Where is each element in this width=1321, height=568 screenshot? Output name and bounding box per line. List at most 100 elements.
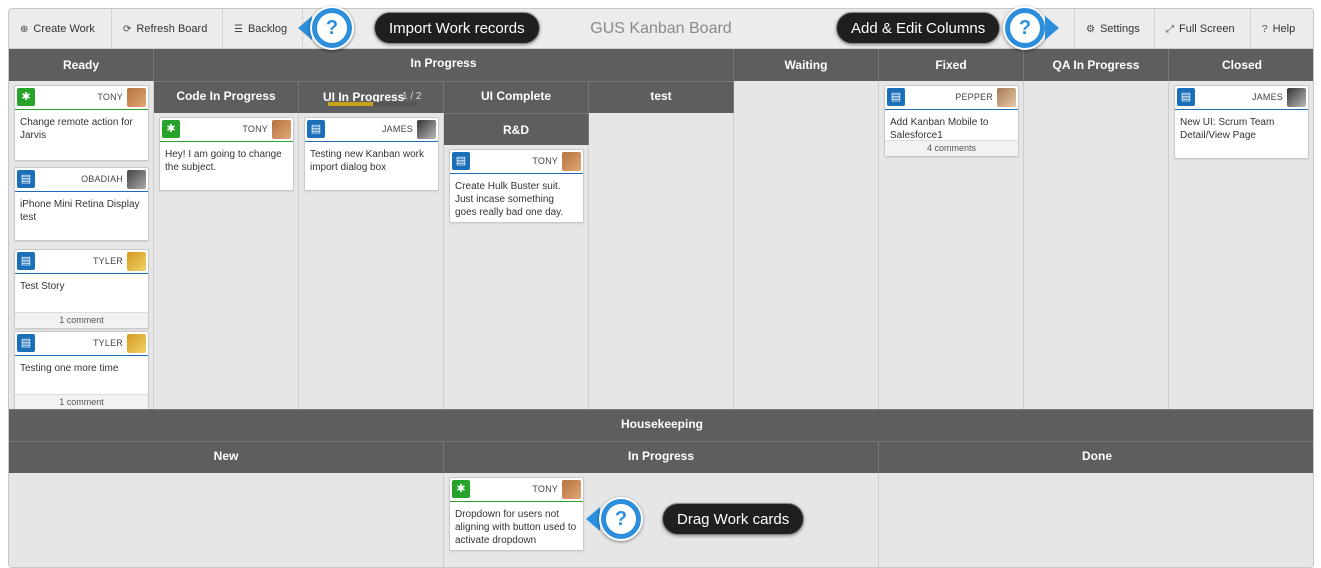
avatar[interactable]: [127, 88, 146, 107]
settings-button[interactable]: ⚙ Settings: [1074, 9, 1154, 49]
import-work-callout: Import Work records: [374, 12, 540, 44]
work-card[interactable]: ▤ OBADIAH iPhone Mini Retina Display tes…: [14, 167, 149, 241]
column-header-qa-in-progress[interactable]: QA In Progress: [1024, 49, 1169, 81]
column-header-fixed[interactable]: Fixed: [879, 49, 1024, 81]
card-title: iPhone Mini Retina Display test: [20, 199, 140, 223]
help-icon[interactable]: ?: [310, 6, 354, 50]
comment-count[interactable]: 1 comment: [15, 312, 148, 328]
create-work-button[interactable]: ⊕ Create Work: [9, 9, 112, 49]
card-title: New UI: Scrum Team Detail/View Page: [1180, 117, 1275, 141]
create-work-label: Create Work: [33, 23, 95, 35]
help-icon[interactable]: ?: [1003, 6, 1047, 50]
work-card[interactable]: ✱ TONY Hey! I am going to change the sub…: [159, 117, 294, 191]
full-screen-label: Full Screen: [1179, 23, 1235, 35]
card-owner: TYLER: [92, 338, 123, 348]
avatar[interactable]: [1287, 88, 1306, 107]
avatar[interactable]: [127, 170, 146, 189]
backlog-label: Backlog: [247, 23, 288, 35]
card-owner: TONY: [242, 124, 268, 134]
book-icon: ▤: [452, 152, 470, 170]
work-card[interactable]: ▤ JAMES New UI: Scrum Team Detail/View P…: [1174, 85, 1309, 159]
work-card[interactable]: ▤ TONY Create Hulk Buster suit. Just inc…: [449, 149, 584, 223]
column-header-rnd[interactable]: R&D: [444, 113, 589, 145]
settings-label: Settings: [1099, 23, 1140, 35]
column-header-new[interactable]: New: [9, 441, 444, 473]
book-icon: ▤: [1177, 88, 1195, 106]
bug-icon: ✱: [17, 88, 35, 106]
column-header-ui-in-progress[interactable]: UI In Progress 1 / 2: [299, 81, 444, 113]
avatar[interactable]: [127, 334, 146, 353]
work-card[interactable]: ✱ TONY Change remote action for Jarvis: [14, 85, 149, 161]
book-icon: ▤: [307, 120, 325, 138]
book-icon: ▤: [17, 252, 35, 270]
column-header-hk-in-progress[interactable]: In Progress: [444, 441, 879, 473]
kanban-board-window: ⊕ Create Work ⟳ Refresh Board ☰ Backlog …: [8, 8, 1314, 568]
card-owner: TYLER: [92, 256, 123, 266]
refresh-board-button[interactable]: ⟳ Refresh Board: [112, 9, 223, 49]
comment-count[interactable]: 1 comment: [15, 394, 148, 410]
toolbar: ⊕ Create Work ⟳ Refresh Board ☰ Backlog …: [9, 9, 1313, 49]
card-owner: PEPPER: [955, 92, 993, 102]
plus-circle-icon: ⊕: [20, 23, 29, 35]
bug-icon: ✱: [162, 120, 180, 138]
avatar[interactable]: [272, 120, 291, 139]
column-done: [879, 473, 1313, 567]
comment-count[interactable]: 4 comments: [885, 140, 1018, 156]
column-header-waiting[interactable]: Waiting: [734, 49, 879, 81]
column-header-closed[interactable]: Closed: [1169, 49, 1313, 81]
help-symbol: ?: [606, 504, 636, 534]
question-circle-icon: ?: [1262, 23, 1268, 35]
wip-count: 1 / 2: [402, 91, 422, 102]
column-test: [589, 113, 734, 409]
card-owner: TONY: [97, 92, 123, 102]
card-title: Test Story: [20, 281, 65, 292]
help-label: Help: [1272, 23, 1296, 35]
gear-icon: ⚙: [1086, 23, 1095, 35]
help-symbol: ?: [317, 13, 347, 43]
book-icon: ▤: [887, 88, 905, 106]
wip-progress-fill: [328, 102, 373, 106]
column-header-code-in-progress[interactable]: Code In Progress: [154, 81, 299, 113]
card-title: Dropdown for users not aligning with but…: [455, 509, 577, 546]
work-card[interactable]: ▤ JAMES Testing new Kanban work import d…: [304, 117, 439, 191]
avatar[interactable]: [127, 252, 146, 271]
callout-arrow: [1045, 16, 1059, 40]
work-card[interactable]: ▤ TYLER Test Story 1 comment: [14, 249, 149, 329]
avatar[interactable]: [417, 120, 436, 139]
work-card[interactable]: ✱ TONY Dropdown for users not aligning w…: [449, 477, 584, 551]
book-icon: ▤: [17, 334, 35, 352]
avatar[interactable]: [562, 480, 581, 499]
swimlane-header-housekeeping[interactable]: Housekeeping: [9, 409, 1313, 441]
book-icon: ▤: [17, 170, 35, 188]
drag-work-cards-callout: Drag Work cards: [662, 503, 805, 535]
help-icon[interactable]: ?: [599, 497, 643, 541]
work-card[interactable]: ▤ TYLER Testing one more time 1 comment: [14, 331, 149, 411]
card-title: Testing one more time: [20, 363, 119, 374]
column-header-test[interactable]: test: [589, 81, 734, 113]
column-qa-in-progress: [1024, 81, 1169, 409]
card-owner: TONY: [532, 484, 558, 494]
card-owner: OBADIAH: [81, 174, 123, 184]
expand-icon: ⤢: [1166, 23, 1174, 35]
refresh-icon: ⟳: [123, 23, 132, 35]
card-owner: TONY: [532, 156, 558, 166]
column-header-done[interactable]: Done: [879, 441, 1313, 473]
full-screen-button[interactable]: ⤢ Full Screen: [1154, 9, 1250, 49]
card-owner: JAMES: [1251, 92, 1283, 102]
column-waiting: [734, 81, 879, 409]
card-title: Add Kanban Mobile to Salesforce1: [890, 117, 989, 141]
refresh-board-label: Refresh Board: [136, 23, 208, 35]
help-button[interactable]: ? Help: [1250, 9, 1313, 49]
card-owner: JAMES: [381, 124, 413, 134]
column-header-ui-complete[interactable]: UI Complete: [444, 81, 589, 113]
avatar[interactable]: [562, 152, 581, 171]
list-icon: ☰: [234, 23, 243, 35]
backlog-button[interactable]: ☰ Backlog: [223, 9, 303, 49]
callout-arrow: [586, 507, 600, 531]
card-title: Hey! I am going to change the subject.: [165, 149, 282, 173]
column-header-in-progress[interactable]: In Progress: [154, 49, 734, 81]
column-header-ready[interactable]: Ready: [9, 49, 154, 81]
column-new: [9, 473, 444, 567]
avatar[interactable]: [997, 88, 1016, 107]
work-card[interactable]: ▤ PEPPER Add Kanban Mobile to Salesforce…: [884, 85, 1019, 157]
